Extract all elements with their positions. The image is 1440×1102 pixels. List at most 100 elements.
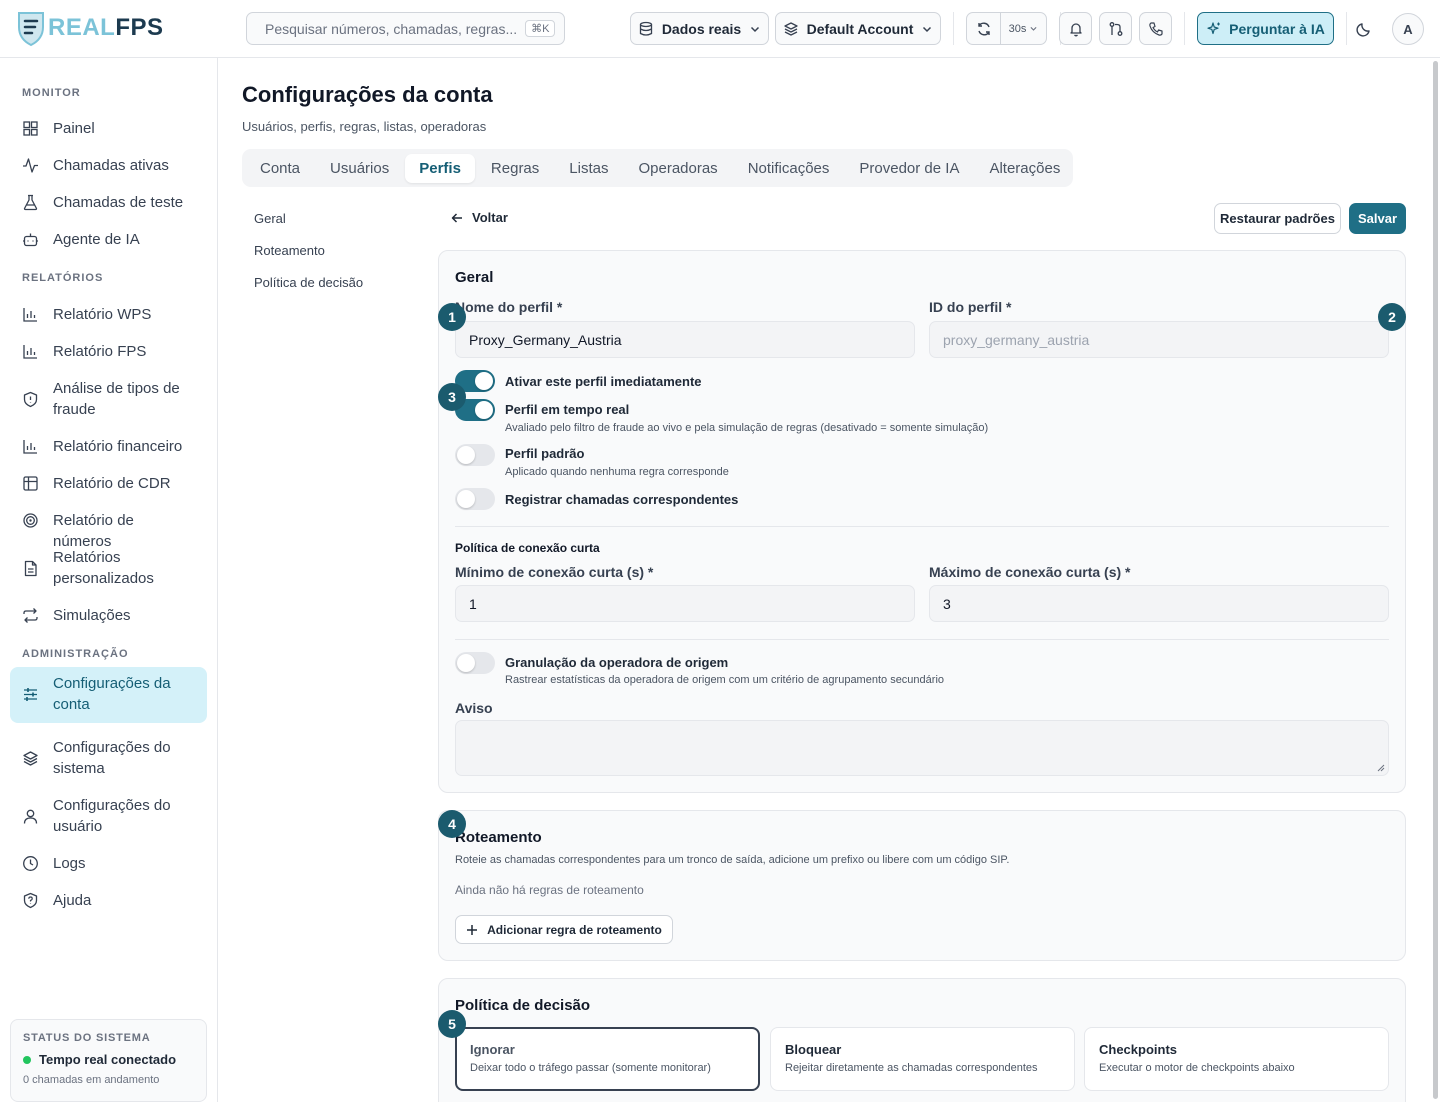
- notifications-button[interactable]: [1059, 12, 1092, 45]
- log-matching-calls-label: Registrar chamadas correspondentes: [505, 492, 739, 507]
- sparkles-icon: [1207, 21, 1221, 34]
- system-status-state: Tempo real conectado: [39, 1052, 177, 1067]
- sidebar-item-simulacoes[interactable]: Simulações: [10, 599, 207, 632]
- tab-operadoras[interactable]: Operadoras: [624, 154, 731, 183]
- tab-usuarios[interactable]: Usuários: [316, 154, 403, 183]
- sidebar-item-relatorio-cdr[interactable]: Relatório de CDR: [10, 467, 207, 500]
- add-routing-rule-label: Adicionar regra de roteamento: [487, 922, 662, 937]
- origin-carrier-granulation-label: Granulação da operadora de origem: [505, 655, 729, 670]
- add-routing-rule-button[interactable]: Adicionar regra de roteamento: [455, 915, 673, 944]
- refresh-control[interactable]: 30s: [966, 12, 1047, 45]
- ask-ai-button[interactable]: Perguntar à IA: [1197, 12, 1334, 45]
- routing-title: Roteamento: [455, 829, 542, 846]
- sidebar-item-label: Configurações do usuário: [53, 797, 171, 835]
- moon-icon: [1355, 22, 1370, 37]
- general-card: Geral Nome do perfil * Proxy_Germany_Aus…: [438, 250, 1406, 793]
- sidebar-item-painel[interactable]: Painel: [10, 112, 207, 145]
- max-short-connection-input[interactable]: 3: [929, 585, 1389, 622]
- back-button[interactable]: Voltar: [450, 210, 508, 225]
- origin-carrier-granulation-toggle[interactable]: [455, 652, 495, 674]
- sidebar-item-relatorio-financeiro[interactable]: Relatório financeiro: [10, 430, 207, 463]
- logo-fps-text: FPS: [115, 14, 164, 41]
- log-matching-calls-toggle[interactable]: [455, 488, 495, 510]
- shield-alert-icon: [23, 391, 38, 408]
- refresh-button[interactable]: [967, 13, 1001, 44]
- decision-title: Política de decisão: [455, 997, 591, 1014]
- separator: [953, 12, 954, 45]
- ask-ai-label: Perguntar à IA: [1229, 20, 1325, 37]
- default-profile-toggle[interactable]: [455, 444, 495, 466]
- sidebar-item-relatorios-personalizados[interactable]: Relatórios personalizados: [10, 541, 207, 595]
- sidebar-item-logs[interactable]: Logs: [10, 847, 207, 880]
- avatar[interactable]: A: [1392, 13, 1424, 45]
- sidebar-item-analise-fraude[interactable]: Análise de tipos de fraude: [10, 372, 207, 426]
- git-compare-button[interactable]: [1099, 12, 1132, 45]
- decision-option-ignorar[interactable]: Ignorar Deixar todo o tráfego passar (so…: [455, 1027, 760, 1091]
- refresh-interval-select[interactable]: 30s: [1001, 23, 1046, 35]
- account-select[interactable]: Default Account: [775, 12, 941, 45]
- page-title: Configurações da conta: [242, 82, 493, 107]
- shield-logo-icon: [18, 12, 44, 47]
- scrollbar-thumb[interactable]: [1433, 61, 1438, 1099]
- arrow-left-icon: [451, 212, 462, 223]
- tab-perfis[interactable]: Perfis: [405, 153, 475, 183]
- sidebar-item-configuracoes-usuario[interactable]: Configurações do usuário: [10, 789, 207, 843]
- sidebar-section-admin: ADMINISTRAÇÃO: [22, 648, 129, 660]
- realtime-profile-label: Perfil em tempo real: [505, 402, 630, 417]
- system-status-calls: 0 chamadas em andamento: [23, 1074, 160, 1086]
- decision-option-bloquear[interactable]: Bloquear Rejeitar diretamente as chamada…: [770, 1027, 1075, 1091]
- logo[interactable]: REALFPS: [16, 9, 164, 47]
- tab-alteracoes[interactable]: Alterações: [975, 154, 1074, 183]
- top-bar: REALFPS Pesquisar números, chamadas, reg…: [0, 0, 1440, 58]
- notice-label: Aviso: [455, 700, 493, 716]
- notice-textarea[interactable]: [455, 720, 1389, 776]
- file-text-icon: [24, 560, 37, 577]
- tab-regras[interactable]: Regras: [477, 154, 553, 183]
- phone-icon: [1148, 21, 1163, 36]
- sidebar-section-reports: RELATÓRIOS: [22, 272, 104, 284]
- activate-profile-label: Ativar este perfil imediatamente: [505, 374, 702, 389]
- system-status-title: STATUS DO SISTEMA: [23, 1032, 151, 1044]
- table-icon: [23, 476, 38, 491]
- min-short-connection-input[interactable]: 1: [455, 585, 915, 622]
- tab-conta[interactable]: Conta: [246, 154, 314, 183]
- help-shield-icon: [23, 892, 38, 909]
- user-icon: [23, 809, 38, 824]
- tab-provedor-ia[interactable]: Provedor de IA: [845, 154, 973, 183]
- phone-button[interactable]: [1139, 12, 1172, 45]
- data-source-select[interactable]: Dados reais: [630, 12, 769, 45]
- save-button[interactable]: Salvar: [1349, 203, 1406, 234]
- clock-icon: [23, 856, 38, 871]
- sidebar-item-ajuda[interactable]: Ajuda: [10, 884, 207, 917]
- subnav-geral[interactable]: Geral: [254, 211, 286, 226]
- sidebar-item-configuracoes-conta[interactable]: Configurações da conta: [10, 667, 207, 723]
- option-title: Ignorar: [470, 1042, 515, 1057]
- origin-carrier-granulation-desc: Rastrear estatísticas da operadora de or…: [505, 674, 945, 686]
- sidebar-item-relatorio-wps[interactable]: Relatório WPS: [10, 298, 207, 331]
- sidebar-item-agente-ia[interactable]: Agente de IA: [10, 223, 207, 256]
- sidebar-item-relatorio-fps[interactable]: Relatório FPS: [10, 335, 207, 368]
- general-title: Geral: [455, 269, 494, 286]
- bot-icon: [23, 233, 38, 247]
- profile-name-input[interactable]: Proxy_Germany_Austria: [455, 321, 915, 358]
- tab-notificacoes[interactable]: Notificações: [734, 154, 844, 183]
- callout-badge-4: 4: [438, 810, 466, 838]
- logo-real-text: REAL: [48, 14, 116, 41]
- default-profile-desc: Aplicado quando nenhuma regra correspond…: [505, 466, 729, 478]
- subnav-roteamento[interactable]: Roteamento: [254, 243, 325, 258]
- sidebar-item-chamadas-teste[interactable]: Chamadas de teste: [10, 186, 207, 219]
- restore-defaults-button[interactable]: Restaurar padrões: [1214, 203, 1341, 234]
- tab-listas[interactable]: Listas: [555, 154, 622, 183]
- search-input[interactable]: Pesquisar números, chamadas, regras... ⌘…: [246, 12, 565, 45]
- sidebar-item-label: Chamadas ativas: [53, 157, 169, 174]
- bar-chart-icon: [23, 440, 37, 454]
- default-profile-label: Perfil padrão: [505, 446, 585, 461]
- sidebar-item-configuracoes-sistema[interactable]: Configurações do sistema: [10, 731, 207, 785]
- theme-toggle-button[interactable]: [1347, 12, 1380, 45]
- decision-option-checkpoints[interactable]: Checkpoints Executar o motor de checkpoi…: [1084, 1027, 1389, 1091]
- routing-card: Roteamento Roteie as chamadas correspond…: [438, 810, 1406, 961]
- sidebar-item-chamadas-ativas[interactable]: Chamadas ativas: [10, 149, 207, 182]
- subnav-politica-decisao[interactable]: Política de decisão: [254, 275, 363, 290]
- resize-grip-icon[interactable]: [1377, 764, 1385, 772]
- sidebar-item-label: Painel: [53, 120, 95, 137]
